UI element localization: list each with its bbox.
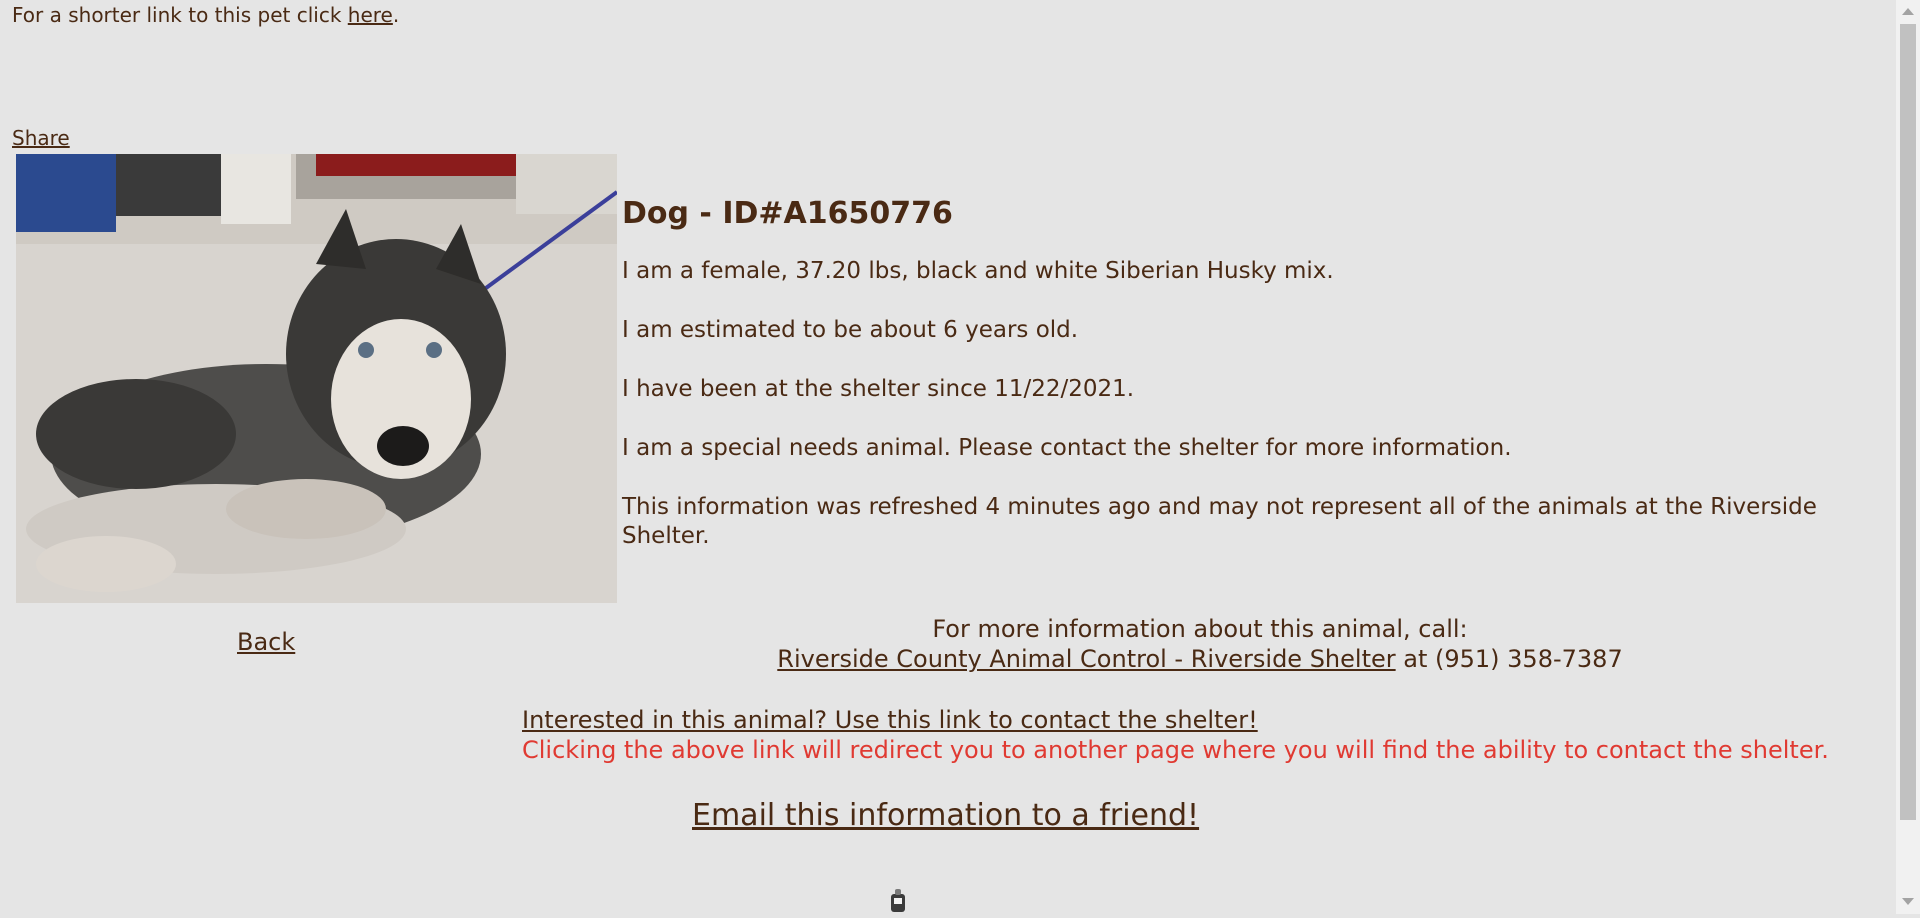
shelter-phone: at (951) 358-7387: [1395, 645, 1623, 673]
animal-title: Dog - ID#A1650776: [622, 196, 953, 231]
back-link[interactable]: Back: [237, 628, 295, 656]
vertical-scrollbar[interactable]: [1896, 0, 1920, 914]
call-info: For more information about this animal, …: [770, 614, 1630, 674]
shortlink-prefix: For a shorter link to this pet click: [12, 3, 348, 27]
animal-info: Dog - ID#A1650776 I am a female, 37.20 l…: [622, 196, 1892, 581]
call-line: For more information about this animal, …: [932, 615, 1468, 643]
special-needs-note: I am a special needs animal. Please cont…: [622, 435, 1512, 461]
widget-icon[interactable]: [888, 888, 908, 914]
animal-age: I am estimated to be about 6 years old.: [622, 317, 1079, 343]
pet-photo: [16, 154, 617, 603]
animal-intake-date: I have been at the shelter since 11/22/2…: [622, 376, 1135, 402]
scrollbar-thumb[interactable]: [1900, 24, 1916, 820]
shelter-contact-line: Riverside County Animal Control - Rivers…: [770, 644, 1630, 674]
scroll-up-icon[interactable]: [1902, 8, 1914, 15]
contact-section: Interested in this animal? Use this link…: [522, 705, 1829, 765]
refresh-note: This information was refreshed 4 minutes…: [622, 494, 1817, 549]
shelter-link[interactable]: Riverside County Animal Control - Rivers…: [777, 645, 1395, 673]
shortlink-here-link[interactable]: here: [348, 3, 393, 27]
email-friend-link[interactable]: Email this information to a friend!: [692, 798, 1199, 833]
contact-shelter-link[interactable]: Interested in this animal? Use this link…: [522, 706, 1258, 734]
animal-description: I am a female, 37.20 lbs, black and whit…: [622, 258, 1334, 284]
shortlink-suffix: .: [392, 3, 400, 27]
scroll-down-icon[interactable]: [1902, 898, 1914, 905]
redirect-warning: Clicking the above link will redirect yo…: [522, 736, 1829, 764]
share-link[interactable]: Share: [12, 126, 70, 150]
shortlink-text: For a shorter link to this pet click her…: [12, 3, 399, 27]
